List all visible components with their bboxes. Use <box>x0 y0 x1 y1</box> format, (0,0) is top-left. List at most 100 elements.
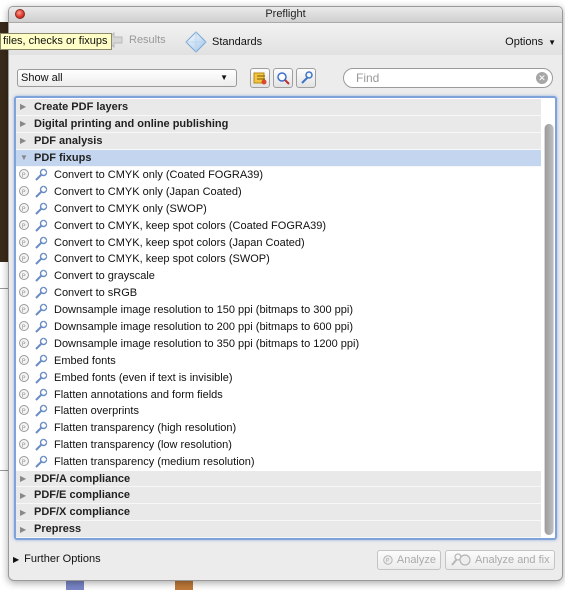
fixup-item[interactable]: P Flatten transparency (medium resolution… <box>16 454 541 471</box>
fixup-label: Convert to CMYK only (Coated FOGRA39) <box>54 169 264 181</box>
disclosure-closed-icon[interactable]: ▶ <box>20 119 32 128</box>
fixup-item[interactable]: P Flatten transparency (low resolution) <box>16 437 541 454</box>
disclosure-closed-icon[interactable]: ▶ <box>20 102 32 111</box>
fixup-wrench-icon <box>34 320 50 334</box>
fixups-icon <box>301 71 313 84</box>
tab-results-label: Results <box>129 34 166 46</box>
svg-text:P: P <box>22 357 26 365</box>
svg-text:P: P <box>22 272 26 280</box>
fixup-label: Convert to CMYK only (SWOP) <box>54 202 207 215</box>
tab-standards-label: Standards <box>212 36 263 48</box>
find-input[interactable]: Find ✕ <box>343 68 553 88</box>
category-label: PDF/X compliance <box>34 506 130 519</box>
vertical-scrollbar[interactable] <box>544 124 554 535</box>
fixup-item[interactable]: P Downsample image resolution to 200 ppi … <box>16 319 541 336</box>
fixup-item[interactable]: P Convert to grayscale <box>16 268 541 285</box>
fixup-item[interactable]: P Convert to CMYK, keep spot colors (Coat… <box>16 217 541 234</box>
fixup-item[interactable]: P Convert to sRGB <box>16 285 541 302</box>
show-filter-value: Show all <box>21 72 63 84</box>
show-checks-toggle[interactable] <box>273 68 293 88</box>
fixup-item[interactable]: P Convert to CMYK only (Japan Coated) <box>16 183 541 200</box>
analyze-magnifier-icon: P <box>383 555 393 565</box>
show-fixups-toggle[interactable] <box>296 68 316 88</box>
chevron-down-icon: ▼ <box>220 73 228 82</box>
fixup-label: Convert to CMYK, keep spot colors (Japan… <box>54 236 305 249</box>
analyze-magnifier-icon: P <box>18 371 34 385</box>
category-row[interactable]: ▶ PDF/E compliance <box>16 487 541 505</box>
disclosure-closed-icon[interactable]: ▶ <box>20 491 32 500</box>
svg-text:P: P <box>22 373 26 381</box>
category-row[interactable]: ▶ Digital printing and online publishing <box>16 115 541 133</box>
window-title: Preflight <box>265 8 306 20</box>
disclosure-closed-icon[interactable]: ▶ <box>20 474 32 483</box>
disclosure-triangle-icon: ▶ <box>13 555 20 564</box>
fixup-wrench-icon <box>34 185 50 199</box>
analyze-button[interactable]: P Analyze <box>377 550 441 570</box>
bottom-bar: ▶ Further Options P Analyze Analyze and f… <box>9 545 562 577</box>
fixup-item[interactable]: P Embed fonts <box>16 352 541 369</box>
tab-standards[interactable]: Standards <box>185 31 262 53</box>
fixup-item[interactable]: P Downsample image resolution to 350 ppi … <box>16 335 541 352</box>
fixup-label: Convert to sRGB <box>54 287 138 300</box>
further-options-label: Further Options <box>24 553 101 565</box>
analyze-and-fix-button[interactable]: Analyze and fix <box>445 550 555 570</box>
category-row[interactable]: ▶ Create PDF layers <box>16 99 541 116</box>
show-profiles-toggle[interactable] <box>250 68 270 88</box>
fixup-wrench-icon <box>34 286 50 300</box>
further-options-toggle[interactable]: ▶ Further Options <box>13 553 101 565</box>
svg-text:P: P <box>22 407 26 415</box>
svg-text:P: P <box>22 255 26 263</box>
scrollbar-thumb[interactable] <box>545 124 553 535</box>
fixup-item[interactable]: P Convert to CMYK, keep spot colors (Japa… <box>16 234 541 251</box>
category-row[interactable]: ▼ PDF fixups <box>16 149 541 167</box>
clear-search-icon[interactable]: ✕ <box>536 72 548 84</box>
category-row[interactable]: ▶ Prepress <box>16 521 541 538</box>
fixup-item[interactable]: P Convert to CMYK only (SWOP) <box>16 200 541 217</box>
analyze-magnifier-icon: P <box>18 219 34 233</box>
tab-results[interactable]: Results <box>104 31 166 49</box>
fixup-label: Flatten transparency (low resolution) <box>54 439 232 452</box>
analyze-magnifier-icon: P <box>18 404 34 418</box>
category-row[interactable]: ▶ PDF/A compliance <box>16 470 541 488</box>
fixup-item[interactable]: P Flatten transparency (high resolution) <box>16 420 541 437</box>
fixup-wrench-icon <box>34 337 50 351</box>
fixup-label: Flatten overprints <box>54 405 139 418</box>
fixup-label: Downsample image resolution to 350 ppi (… <box>54 337 360 350</box>
analyze-magnifier-icon: P <box>18 388 34 402</box>
find-placeholder: Find <box>356 71 380 85</box>
analyze-magnifier-icon: P <box>18 320 34 334</box>
fixup-item[interactable]: P Convert to CMYK only (Coated FOGRA39) <box>16 167 541 184</box>
fixup-item[interactable]: P Downsample image resolution to 150 ppi … <box>16 302 541 319</box>
checks-icon <box>277 72 290 85</box>
fixup-item[interactable]: P Flatten overprints <box>16 403 541 420</box>
svg-text:P: P <box>22 221 26 229</box>
disclosure-open-icon[interactable]: ▼ <box>20 153 32 162</box>
svg-text:P: P <box>22 188 26 196</box>
category-row[interactable]: ▶ PDF analysis <box>16 132 541 150</box>
fixup-wrench-icon <box>34 219 50 233</box>
disclosure-closed-icon[interactable]: ▶ <box>20 136 32 145</box>
svg-text:P: P <box>22 424 26 432</box>
analyze-magnifier-icon: P <box>18 455 34 469</box>
fixup-item[interactable]: P Embed fonts (even if text is invisible) <box>16 369 541 386</box>
fixup-wrench-icon <box>34 168 50 182</box>
background-swatch-blue <box>66 580 84 590</box>
fixup-label: Flatten annotations and form fields <box>54 388 223 401</box>
analyze-label: Analyze <box>396 554 436 566</box>
category-label: PDF/E compliance <box>34 489 130 502</box>
analyze-magnifier-icon: P <box>18 421 34 435</box>
options-menu-button[interactable]: Options ▼ <box>505 36 556 48</box>
fixup-label: Flatten transparency (medium resolution) <box>54 456 255 469</box>
show-filter-select[interactable]: Show all ▼ <box>17 69 237 87</box>
category-row[interactable]: ▶ PDF/X compliance <box>16 504 541 522</box>
fixup-item[interactable]: P Convert to CMYK, keep spot colors (SWOP… <box>16 251 541 268</box>
chevron-down-icon: ▼ <box>548 38 556 47</box>
fixup-item[interactable]: P Flatten annotations and form fields <box>16 386 541 403</box>
fixup-wrench-icon <box>34 354 50 368</box>
disclosure-closed-icon[interactable]: ▶ <box>20 525 32 534</box>
disclosure-closed-icon[interactable]: ▶ <box>20 508 32 517</box>
fixup-wrench-icon <box>34 388 50 402</box>
analyze-magnifier-icon: P <box>18 185 34 199</box>
preflight-list[interactable]: ▶ Create PDF layers ▶ Digital printing and … <box>14 96 557 540</box>
svg-text:P: P <box>22 289 26 297</box>
